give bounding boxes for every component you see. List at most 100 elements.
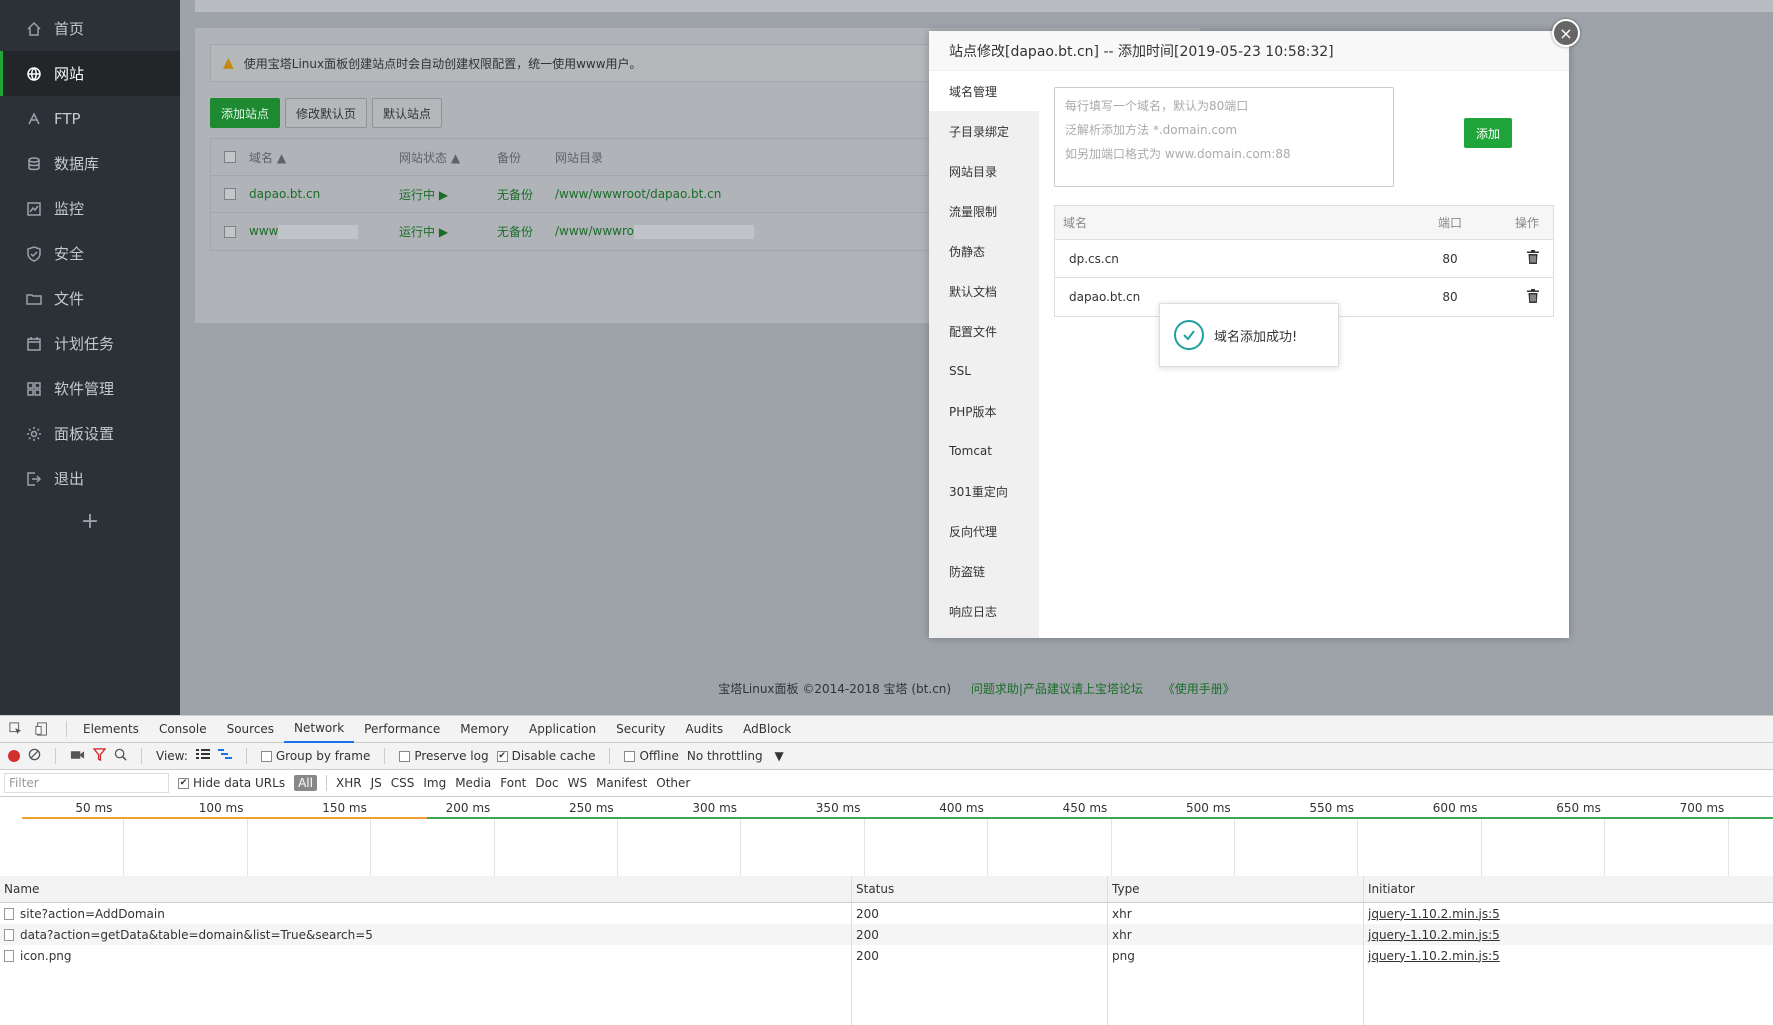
tab-response-log[interactable]: 响应日志 (929, 591, 1039, 631)
col-status[interactable]: Status (852, 876, 1108, 902)
tab-console[interactable]: Console (149, 716, 217, 743)
tab-default-document[interactable]: 默认文档 (929, 271, 1039, 311)
sidebar-item-settings[interactable]: 面板设置 (0, 411, 180, 456)
search-icon[interactable] (114, 748, 127, 764)
tab-domain-management[interactable]: 域名管理 (929, 71, 1039, 111)
manual-link[interactable]: 《使用手册》 (1163, 682, 1235, 696)
site-backup[interactable]: 无备份 (497, 223, 555, 240)
tab-tomcat[interactable]: Tomcat (929, 431, 1039, 471)
tab-memory[interactable]: Memory (450, 716, 519, 743)
sidebar-item-logout[interactable]: 退出 (0, 456, 180, 501)
tab-security[interactable]: Security (606, 716, 675, 743)
request-name[interactable]: icon.png (20, 949, 72, 963)
inspect-element-icon[interactable] (8, 721, 24, 737)
camera-icon[interactable] (70, 749, 85, 764)
tab-subdir-binding[interactable]: 子目录绑定 (929, 111, 1039, 151)
filter-type-css[interactable]: CSS (391, 776, 415, 790)
col-domain[interactable]: 域名 ▲ (249, 149, 399, 166)
waterfall-icon[interactable] (217, 748, 232, 764)
sidebar-item-software[interactable]: 软件管理 (0, 366, 180, 411)
table-row[interactable]: site?action=AddDomain 200 xhr jquery-1.1… (0, 903, 1773, 924)
table-row[interactable]: icon.png 200 png jquery-1.10.2.min.js:5 (0, 945, 1773, 966)
filter-type-other[interactable]: Other (656, 776, 690, 790)
filter-type-media[interactable]: Media (455, 776, 491, 790)
filter-type-xhr[interactable]: XHR (336, 776, 362, 790)
modal-close-button[interactable]: × (1552, 19, 1580, 47)
trash-icon[interactable] (1527, 250, 1539, 264)
network-timeline[interactable]: 50 ms 100 ms 150 ms 200 ms 250 ms 300 ms 350 m… (0, 797, 1773, 877)
tab-rewrite[interactable]: 伪静态 (929, 231, 1039, 271)
filter-type-doc[interactable]: Doc (535, 776, 558, 790)
request-name[interactable]: data?action=getData&table=domain&list=Tr… (20, 928, 373, 942)
preserve-log-checkbox[interactable]: Preserve log (399, 749, 489, 763)
col-name[interactable]: Name (0, 876, 852, 902)
tab-performance[interactable]: Performance (354, 716, 450, 743)
sidebar-item-cron[interactable]: 计划任务 (0, 321, 180, 366)
tab-traffic-limit[interactable]: 流量限制 (929, 191, 1039, 231)
sidebar-item-ftp[interactable]: FTP (0, 96, 180, 141)
col-status[interactable]: 网站状态 ▲ (399, 149, 497, 166)
edit-default-page-button[interactable]: 修改默认页 (285, 98, 368, 128)
forum-link[interactable]: 问题求助|产品建议请上宝塔论坛 (971, 682, 1143, 696)
tab-network[interactable]: Network (284, 716, 355, 743)
sidebar-item-database[interactable]: 数据库 (0, 141, 180, 186)
trash-icon[interactable] (1527, 288, 1539, 303)
default-site-button[interactable]: 默认站点 (372, 98, 443, 128)
device-toolbar-icon[interactable] (34, 721, 50, 737)
sidebar-item-security[interactable]: 安全 (0, 231, 180, 276)
site-status[interactable]: 运行中 ▶ (399, 186, 497, 203)
group-by-frame-checkbox[interactable]: Group by frame (260, 749, 370, 763)
modal-tab-list: 域名管理 子目录绑定 网站目录 流量限制 伪静态 默认文档 配置文件 SSL P… (929, 71, 1039, 638)
filter-type-ws[interactable]: WS (568, 776, 587, 790)
sidebar-item-monitor[interactable]: 监控 (0, 186, 180, 231)
clear-icon[interactable] (28, 748, 41, 764)
tab-hotlink-protection[interactable]: 防盗链 (929, 551, 1039, 591)
tab-elements[interactable]: Elements (73, 716, 149, 743)
select-all-checkbox[interactable] (224, 151, 236, 163)
tab-site-directory[interactable]: 网站目录 (929, 151, 1039, 191)
site-backup[interactable]: 无备份 (497, 186, 555, 203)
sidebar-item-home[interactable]: 首页 (0, 6, 180, 51)
row-checkbox[interactable] (224, 188, 236, 200)
tab-php-version[interactable]: PHP版本 (929, 391, 1039, 431)
filter-type-manifest[interactable]: Manifest (596, 776, 647, 790)
divider (55, 748, 56, 764)
site-name-link[interactable]: dapao.bt.cn (249, 187, 399, 201)
add-domain-button[interactable]: 添加 (1464, 118, 1513, 148)
tab-audits[interactable]: Audits (675, 716, 733, 743)
offline-checkbox[interactable]: Offline (624, 749, 679, 763)
add-menu-button[interactable]: + (0, 501, 180, 541)
site-status[interactable]: 运行中 ▶ (399, 223, 497, 240)
tab-adblock[interactable]: AdBlock (733, 716, 801, 743)
disable-cache-checkbox[interactable]: ✔ Disable cache (496, 749, 595, 763)
col-type[interactable]: Type (1108, 876, 1364, 902)
tab-reverse-proxy[interactable]: 反向代理 (929, 511, 1039, 551)
tab-config-file[interactable]: 配置文件 (929, 311, 1039, 351)
table-row[interactable]: data?action=getData&table=domain&list=Tr… (0, 924, 1773, 945)
initiator-link[interactable]: jquery-1.10.2.min.js:5 (1368, 907, 1500, 921)
tab-application[interactable]: Application (519, 716, 606, 743)
filter-icon[interactable] (92, 748, 107, 764)
initiator-link[interactable]: jquery-1.10.2.min.js:5 (1368, 928, 1500, 942)
filter-input[interactable]: Filter (4, 773, 169, 793)
site-name-link[interactable]: www (249, 224, 399, 239)
initiator-link[interactable]: jquery-1.10.2.min.js:5 (1368, 949, 1500, 963)
request-name[interactable]: site?action=AddDomain (20, 907, 165, 921)
filter-type-img[interactable]: Img (423, 776, 446, 790)
filter-type-font[interactable]: Font (500, 776, 526, 790)
throttling-select[interactable]: No throttling ▼ (687, 749, 784, 763)
tab-redirect-301[interactable]: 301重定向 (929, 471, 1039, 511)
sidebar-item-website[interactable]: 网站 (0, 51, 180, 96)
tab-ssl[interactable]: SSL (929, 351, 1039, 391)
large-rows-icon[interactable] (195, 748, 210, 764)
add-site-button[interactable]: 添加站点 (210, 98, 281, 128)
filter-type-js[interactable]: JS (371, 776, 382, 790)
row-checkbox[interactable] (224, 225, 236, 238)
hide-data-urls-checkbox[interactable]: ✔ Hide data URLs (178, 776, 285, 790)
record-icon[interactable] (8, 750, 20, 762)
filter-type-all[interactable]: All (294, 775, 317, 791)
col-initiator[interactable]: Initiator (1364, 876, 1773, 902)
sidebar-item-files[interactable]: 文件 (0, 276, 180, 321)
domain-textarea[interactable]: 每行填写一个域名，默认为80端口 泛解析添加方法 *.domain.com 如另… (1054, 87, 1394, 187)
tab-sources[interactable]: Sources (217, 716, 284, 743)
